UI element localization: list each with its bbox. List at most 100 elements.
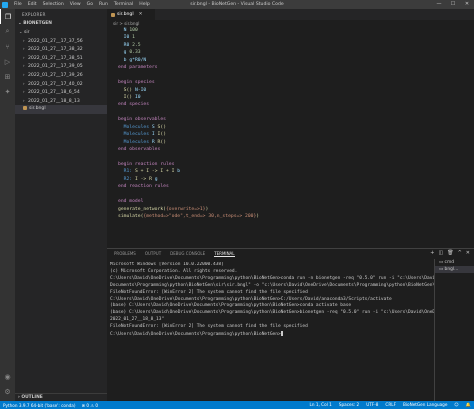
run-debug-icon[interactable]: ▷ (0, 54, 15, 69)
tree-folder[interactable]: › 2022_01_27__18_8_13 (15, 97, 107, 106)
problems-count[interactable]: ⊗ 0 ⚠ 0 (82, 403, 99, 408)
status-bar: Python 3.9.7 64-bit ('base': conda) ⊗ 0 … (0, 401, 474, 409)
code-line: end species (118, 102, 150, 108)
panel-controls: + ◫ 🗑 ^ ✕ (430, 250, 470, 256)
code-line: end model (118, 199, 144, 205)
split-terminal-icon[interactable]: ◫ (439, 250, 444, 256)
feedback-icon[interactable]: ☺ (454, 402, 458, 408)
code-line: Molecules S S() (123, 124, 167, 130)
code-line: R2: I -> R g (123, 176, 158, 182)
menu-terminal[interactable]: Terminal (114, 2, 133, 7)
tree-folder[interactable]: › 2022_01_27__17_39_26 (15, 71, 107, 80)
terminal[interactable]: Microsoft Windows [Version 10.0.22000.43… (107, 262, 435, 402)
outline-section[interactable]: › OUTLINE (15, 393, 107, 401)
code-line: I() I0 (123, 94, 141, 100)
code-line: generate_network({overwrite=>1}) (118, 206, 209, 212)
window-controls: — ☐ ✕ (432, 0, 474, 9)
account-icon[interactable]: ◉ (0, 369, 15, 384)
explorer-sidebar: EXPLORER ⌄ BIONETGEN ⌄ sir › 2022_01_27__1… (15, 9, 107, 401)
code-line: end parameters (118, 65, 158, 71)
chevron-up-icon[interactable]: ^ (458, 250, 462, 256)
menu-view[interactable]: View (70, 2, 81, 7)
code-line: begin reaction rules (118, 161, 175, 167)
tree-file-sir-bngl[interactable]: sir.bngl (15, 105, 107, 114)
bionetgen-icon[interactable]: ✦ (0, 84, 15, 99)
menu-help[interactable]: Help (139, 2, 149, 7)
workspace-section[interactable]: ⌄ BIONETGEN (15, 20, 107, 28)
explorer-header: EXPLORER (22, 12, 46, 17)
vscode-logo-icon (2, 1, 8, 8)
indentation[interactable]: Spaces: 2 (339, 402, 359, 408)
terminal-line: C:\Users\David\OneDrive\Documents\Progra… (110, 275, 435, 281)
search-icon[interactable]: ⌕ (0, 24, 15, 39)
code-line: R0 2.5 (123, 42, 141, 48)
source-control-icon[interactable]: ⑂ (0, 39, 15, 54)
cursor-position[interactable]: Ln 1, Col 1 (310, 402, 332, 408)
close-button[interactable]: ✕ (460, 0, 474, 9)
code-line: S() N-I0 (123, 87, 147, 93)
tab-debug-console[interactable]: DEBUG CONSOLE (170, 251, 205, 256)
notifications-icon[interactable]: 🔔 (466, 402, 471, 408)
extensions-icon[interactable]: ⊞ (0, 69, 15, 84)
tree-folder[interactable]: › 2022_01_27__17_38_51 (15, 54, 107, 63)
settings-gear-icon[interactable]: ⚙ (0, 384, 15, 399)
minimize-button[interactable]: — (432, 0, 446, 9)
code-line: begin observables (118, 117, 166, 123)
tree-folder[interactable]: › 2022_01_27__18_6_54 (15, 88, 107, 97)
bottom-panel: PROBLEMS OUTPUT DEBUG CONSOLE TERMINAL +… (107, 248, 474, 402)
bngl-file-icon (111, 12, 115, 17)
tree-folder[interactable]: › 2022_01_27__17_39_05 (15, 62, 107, 71)
menu-file[interactable]: File (14, 2, 22, 7)
language-mode[interactable]: BioNetGen Language (403, 402, 447, 408)
panel-tabs: PROBLEMS OUTPUT DEBUG CONSOLE TERMINAL (107, 249, 474, 258)
breadcrumb[interactable]: sir > sir.bngl (107, 20, 474, 27)
editor-tabs: sir.bngl ✕ (107, 9, 474, 20)
code-line: g 0.33 (123, 50, 141, 56)
menu-selection[interactable]: Selection (43, 2, 64, 7)
python-interpreter[interactable]: Python 3.9.7 64-bit ('base': conda) (3, 403, 76, 408)
terminal-line: Microsoft Windows [Version 10.0.22000.43… (110, 262, 224, 267)
tree-folder[interactable]: › 2022_01_27__17_40_02 (15, 80, 107, 89)
tab-terminal[interactable]: TERMINAL (214, 251, 235, 257)
maximize-button[interactable]: ☐ (446, 0, 460, 9)
tab-problems[interactable]: PROBLEMS (114, 251, 136, 256)
code-line: simulate({method=>"ode",t_end=> 30,n_ste… (118, 213, 260, 219)
tab-output[interactable]: OUTPUT (145, 251, 161, 256)
code-line: I0 1 (123, 35, 135, 41)
terminal-line: FileNotFoundError: [WinError 2] The syst… (110, 289, 308, 295)
explorer-icon[interactable]: ❐ (0, 9, 15, 24)
close-tab-icon[interactable]: ✕ (139, 12, 143, 17)
encoding[interactable]: UTF-8 (366, 402, 378, 408)
code-line: end reaction rules (118, 184, 169, 190)
code-line: Molecules I I() (123, 132, 167, 138)
folder-sir[interactable]: ⌄ sir (15, 28, 107, 37)
code-line: begin species (118, 80, 155, 86)
new-terminal-icon[interactable]: + (430, 250, 434, 256)
menu-run[interactable]: Run (99, 2, 108, 7)
terminal-list: ▭ cmd ▭ bngl... (434, 259, 474, 402)
terminal-line: (c) Microsoft Corporation. All rights re… (110, 268, 238, 274)
title-bar: File Edit Selection View Go Run Terminal… (0, 0, 474, 9)
menu-edit[interactable]: Edit (28, 2, 37, 7)
tab-sir-bngl[interactable]: sir.bngl ✕ (107, 9, 155, 20)
tree-folder[interactable]: › 2022_01_27__17_38_32 (15, 45, 107, 54)
terminal-instance-bngl[interactable]: ▭ bngl... (435, 266, 474, 273)
close-panel-icon[interactable]: ✕ (466, 250, 470, 256)
line-ending[interactable]: CRLF (385, 402, 396, 408)
code-line: Molecules R R() (123, 139, 167, 145)
terminal-instance-cmd[interactable]: ▭ cmd (435, 259, 474, 266)
code-line: N 100 (123, 28, 138, 33)
terminal-line: Documents\Programming\python\BioNetGen\s… (110, 282, 435, 288)
menu-go[interactable]: Go (87, 2, 93, 7)
terminal-line: C:\Users\David\OneDrive\Documents\Progra… (110, 331, 435, 339)
trash-icon[interactable]: 🗑 (447, 250, 453, 256)
code-line: R1: S + I -> I + I b (123, 169, 181, 175)
tree-folder[interactable]: › 2022_01_27__17_37_56 (15, 37, 107, 46)
code-line: b g*R0/N (123, 57, 147, 63)
menu-bar: File Edit Selection View Go Run Terminal… (14, 2, 150, 7)
code-editor[interactable]: N 100 I0 1 R0 2.5 g 0.33 b g*R0/N end pa… (107, 27, 474, 242)
